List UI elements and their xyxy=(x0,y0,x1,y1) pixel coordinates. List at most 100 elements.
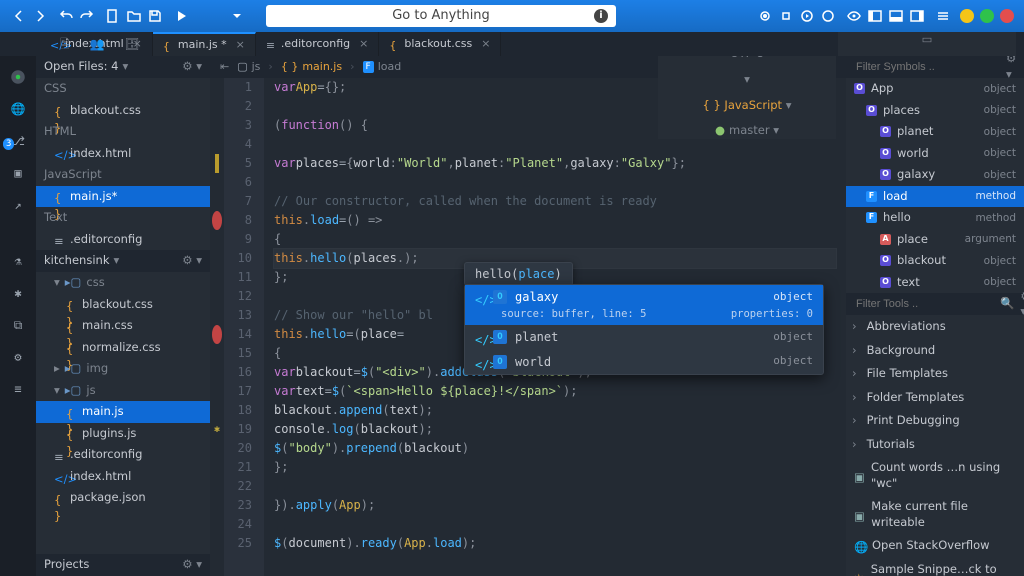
symbol-item[interactable]: Floadmethod xyxy=(846,186,1024,208)
close-icon[interactable]: × xyxy=(481,37,490,52)
tree-file[interactable]: { }blackout.css xyxy=(36,294,210,316)
tree-file[interactable]: ≡.editorconfig xyxy=(36,444,210,466)
play-circle-icon[interactable] xyxy=(798,7,816,25)
symbol-item[interactable]: Otextobject xyxy=(846,272,1024,294)
tab-db-icon[interactable]: 🗄 xyxy=(125,36,140,52)
tree-file[interactable]: { }plugins.js xyxy=(36,423,210,445)
tab-main-js-[interactable]: { }main.js *× xyxy=(153,32,256,56)
tool-category[interactable]: Folder Templates xyxy=(846,386,1024,410)
tab-files-icon[interactable]: 🗎 xyxy=(60,36,70,52)
tool-item[interactable]: ✶Sample Snippe…ck to Insert xyxy=(846,558,1024,576)
breadcrumb-nav-icon[interactable]: ⇤ xyxy=(220,60,229,75)
rail-db-icon[interactable]: ≡ xyxy=(7,378,29,400)
save-icon[interactable] xyxy=(146,7,164,25)
symbol-item[interactable]: Oplacesobject xyxy=(846,100,1024,122)
file-encoding[interactable]: UTF-8 xyxy=(730,56,764,62)
open-file-item[interactable]: { }blackout.css xyxy=(36,100,210,122)
search-icon[interactable]: 🔍 xyxy=(1000,296,1014,312)
tool-category[interactable]: Print Debugging xyxy=(846,409,1024,433)
autocomplete-popup[interactable]: </>galaxyobjectsource: buffer, line: 5pr… xyxy=(464,284,824,375)
rail-flask-icon[interactable]: ⚗ xyxy=(7,250,29,272)
eye-icon[interactable] xyxy=(845,7,863,25)
tool-item[interactable]: ▣Make current file writeable xyxy=(846,495,1024,534)
code-line[interactable]: (function() { xyxy=(274,116,836,135)
autocomplete-item[interactable]: </>galaxyobjectsource: buffer, line: 5pr… xyxy=(465,285,823,325)
gear-icon[interactable]: ⚙ ▾ xyxy=(182,59,202,75)
code-line[interactable] xyxy=(274,477,836,496)
menu-icon[interactable] xyxy=(934,7,952,25)
gear-icon[interactable]: ⚙ ▾ xyxy=(182,253,202,269)
breadcrumb-file[interactable]: { }main.js xyxy=(281,60,342,75)
tool-category[interactable]: Abbreviations xyxy=(846,315,1024,339)
rail-lint-icon[interactable] xyxy=(7,66,29,88)
code-line[interactable]: }).apply(App); xyxy=(274,496,836,515)
info-icon[interactable]: i xyxy=(594,9,608,23)
tab-blackout-css[interactable]: { }blackout.css× xyxy=(379,32,501,56)
open-folder-icon[interactable] xyxy=(125,7,143,25)
open-file-item[interactable]: { }main.js* xyxy=(36,186,210,208)
tool-category[interactable]: File Templates xyxy=(846,362,1024,386)
code-line[interactable]: $("body").prepend(blackout) xyxy=(274,439,836,458)
tree-file[interactable]: { }normalize.css xyxy=(36,337,210,359)
filter-tools-input[interactable]: 🔍 ⚙ ▾ xyxy=(846,293,1024,315)
code-line[interactable]: var places = { world: "World", planet: "… xyxy=(274,154,836,173)
code-line[interactable]: { xyxy=(274,230,836,249)
tree-file[interactable]: { }main.css xyxy=(36,315,210,337)
code-line[interactable] xyxy=(274,173,836,192)
autocomplete-item[interactable]: </>planetobject xyxy=(465,325,823,349)
record-icon[interactable] xyxy=(756,7,774,25)
rail-regex-icon[interactable]: ✱ xyxy=(7,282,29,304)
rail-globe-icon[interactable]: 🌐 xyxy=(7,98,29,120)
tree-folder[interactable]: ▾▸▢css xyxy=(36,272,210,294)
close-icon[interactable]: × xyxy=(359,37,368,52)
layout-right-icon[interactable] xyxy=(908,7,926,25)
tool-category[interactable]: Background xyxy=(846,339,1024,363)
new-file-icon[interactable] xyxy=(104,7,122,25)
tab-users-icon[interactable]: 👥 xyxy=(90,36,105,52)
rail-layout-icon[interactable]: ▣ xyxy=(7,162,29,184)
breakpoint-icon[interactable] xyxy=(212,211,222,230)
tool-item[interactable]: 🌐Open StackOverflow xyxy=(846,534,1024,558)
code-line[interactable]: }; xyxy=(274,458,836,477)
code-line[interactable] xyxy=(274,135,836,154)
split-editor-icon[interactable]: ▭ xyxy=(922,32,933,48)
tree-folder[interactable]: ▸▸▢img xyxy=(36,358,210,380)
open-files-header[interactable]: Open Files: 4 ▾ ⚙ ▾ xyxy=(36,56,210,78)
goto-anything-input[interactable]: Go to Anything i xyxy=(266,5,616,27)
save-circle-icon[interactable] xyxy=(819,7,837,25)
rail-settings-icon[interactable]: ⚙ xyxy=(7,346,29,368)
code-editor[interactable]: ✱ 12345678910111213141516171819202122232… xyxy=(210,78,846,576)
tab--editorconfig[interactable]: ≡.editorconfig× xyxy=(256,32,380,56)
code-line[interactable]: console.log(blackout); xyxy=(274,420,836,439)
close-icon[interactable]: × xyxy=(236,38,245,53)
breakpoint-icon[interactable] xyxy=(212,325,222,344)
symbol-item[interactable]: Oplanetobject xyxy=(846,121,1024,143)
symbol-item[interactable]: Fhellomethod xyxy=(846,207,1024,229)
nav-forward-icon[interactable] xyxy=(31,7,49,25)
autocomplete-item[interactable]: </>worldobject xyxy=(465,350,823,374)
code-line[interactable] xyxy=(274,97,836,116)
tree-file[interactable]: </>index.html xyxy=(36,466,210,488)
open-file-item[interactable]: ≡.editorconfig xyxy=(36,229,210,251)
symbol-item[interactable]: Oblackoutobject xyxy=(846,250,1024,272)
code-line[interactable] xyxy=(274,515,836,534)
layout-bottom-icon[interactable] xyxy=(887,7,905,25)
rail-stats-icon[interactable]: ⧉ xyxy=(7,314,29,336)
tool-category[interactable]: Tutorials xyxy=(846,433,1024,457)
code-line[interactable]: var App = {}; xyxy=(274,78,836,97)
code-line[interactable]: $(document).ready(App.load); xyxy=(274,534,836,553)
code-line[interactable]: var text = $(`<span>Hello ${place}!</spa… xyxy=(274,382,836,401)
code-line[interactable]: // Our constructor, called when the docu… xyxy=(274,192,836,211)
symbol-item[interactable]: Ogalaxyobject xyxy=(846,164,1024,186)
gear-icon[interactable]: ⚙ ▾ xyxy=(182,557,202,573)
tree-header[interactable]: kitchensink ▾ ⚙ ▾ xyxy=(36,250,210,272)
bookmark-icon[interactable]: ✱ xyxy=(214,420,220,439)
dropdown-icon[interactable] xyxy=(228,7,246,25)
filter-symbols-input[interactable]: ⚙ ▾ xyxy=(846,56,1024,78)
undo-icon[interactable] xyxy=(57,7,75,25)
open-file-item[interactable]: </>index.html xyxy=(36,143,210,165)
layout-left-icon[interactable] xyxy=(866,7,884,25)
symbol-item[interactable]: Oworldobject xyxy=(846,143,1024,165)
code-line[interactable]: this.load = () => xyxy=(274,211,836,230)
tree-folder[interactable]: ▾▸▢js xyxy=(36,380,210,402)
